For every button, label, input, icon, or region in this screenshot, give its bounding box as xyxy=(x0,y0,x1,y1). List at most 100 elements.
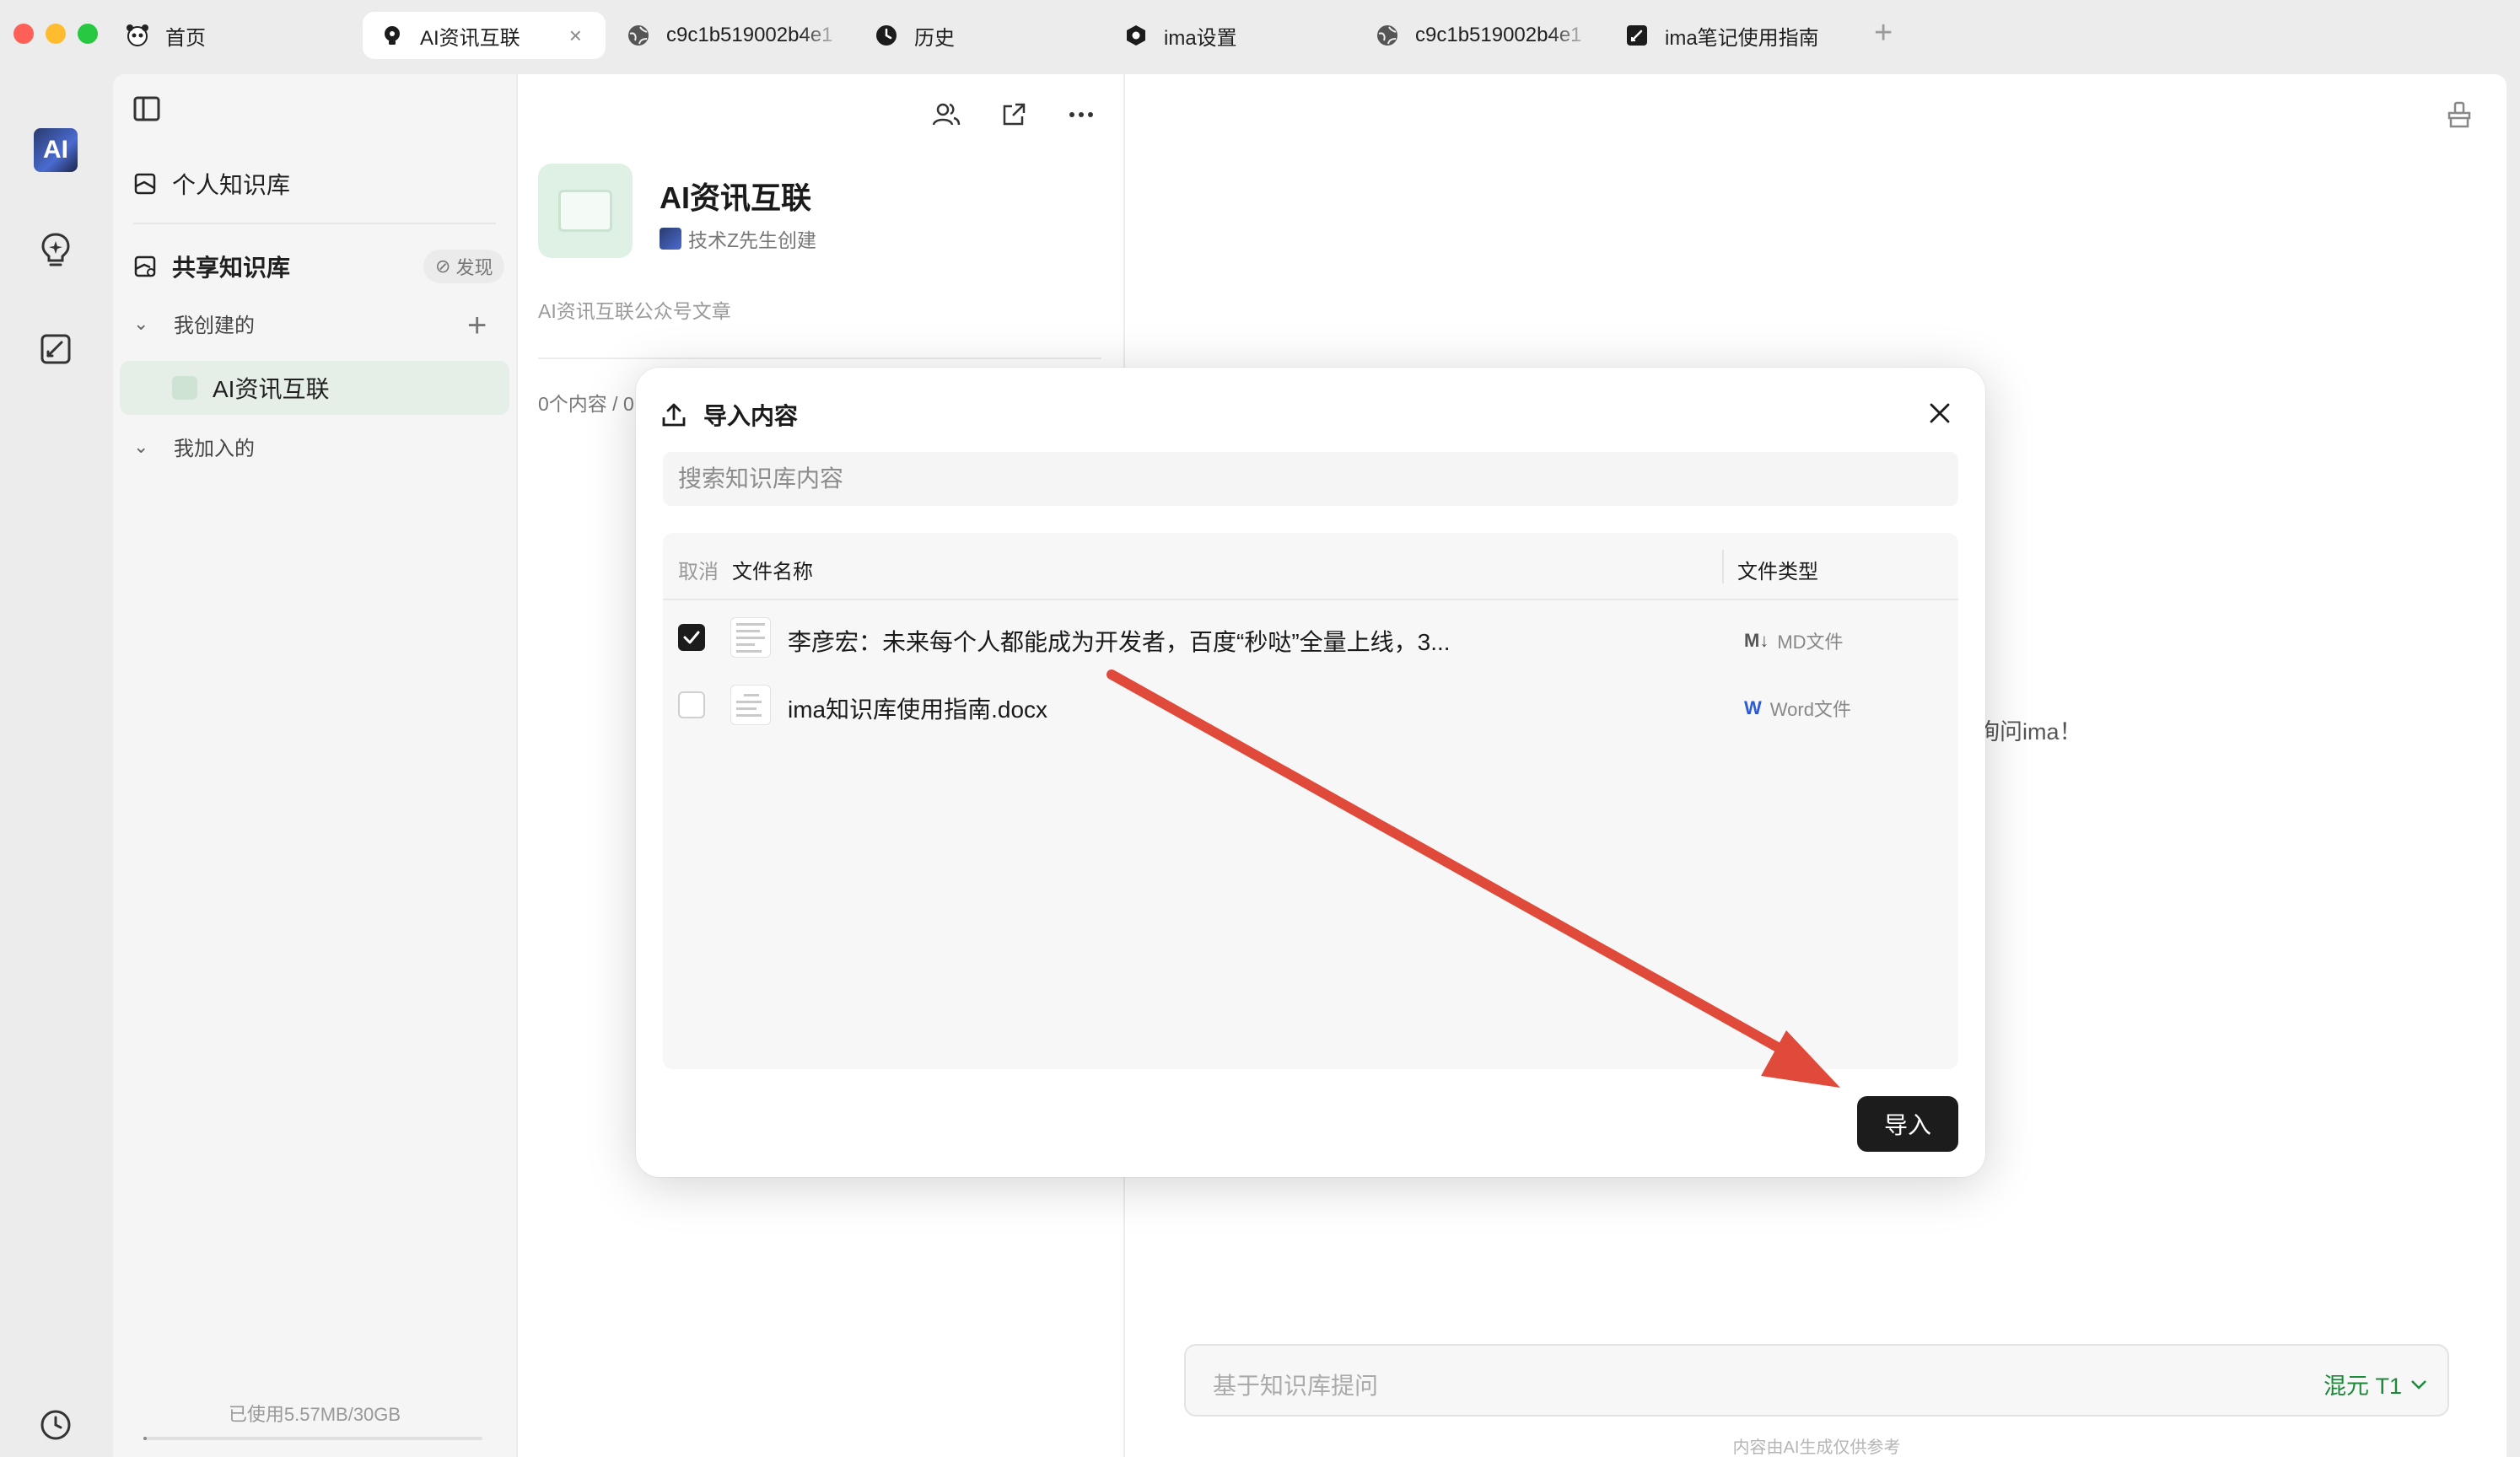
tab-label: ima笔记使用指南 xyxy=(1665,26,1819,50)
file-type: M↓ MD文件 xyxy=(1744,627,1844,654)
add-kb-button[interactable]: + xyxy=(467,307,487,345)
section-created[interactable]: ⌄ 我创建的 xyxy=(133,309,255,338)
kb-description: AI资讯互联公众号文章 xyxy=(538,300,731,322)
discover-button[interactable]: ⊘ 发现 xyxy=(423,250,505,283)
column-header-name: 文件名称 xyxy=(732,561,813,583)
note-icon xyxy=(1624,23,1650,48)
file-type-label: MD文件 xyxy=(1777,632,1844,653)
table-row[interactable]: ima知识库使用指南.docx W Word文件 xyxy=(663,671,1958,739)
word-icon: W xyxy=(1744,697,1762,718)
dialog-title: 导入内容 xyxy=(703,403,799,429)
tab-web-page[interactable]: c9c1b519002b4e1 xyxy=(626,12,843,59)
clock-icon[interactable] xyxy=(35,1405,76,1445)
tab-label: 首页 xyxy=(165,26,206,50)
more-icon[interactable] xyxy=(1063,96,1100,133)
sidebar-item-personal-kb[interactable]: 个人知识库 xyxy=(133,167,290,201)
tab-close-icon[interactable]: × xyxy=(569,23,582,49)
new-tab-button[interactable]: + xyxy=(1874,15,1893,51)
kb-title: AI资讯互联 xyxy=(660,180,812,215)
check-icon xyxy=(683,631,700,644)
bulb-icon xyxy=(380,23,405,48)
sidebar-toggle-icon[interactable] xyxy=(133,96,160,126)
chat-input-placeholder: 基于知识库提问 xyxy=(1213,1373,1379,1399)
section-joined[interactable]: ⌄ 我加入的 xyxy=(133,432,255,461)
share-icon[interactable] xyxy=(995,96,1032,133)
tab-label: c9c1b519002b4e1 xyxy=(1415,24,1582,46)
cancel-selection-button[interactable]: 取消 xyxy=(678,555,719,584)
kb-cover xyxy=(538,164,633,258)
tab-label: c9c1b519002b4e1 xyxy=(666,24,833,46)
kb-cover-icon xyxy=(172,376,197,400)
discover-label: 发现 xyxy=(455,257,493,278)
sidebar-item-shared-kb[interactable]: 共享知识库 xyxy=(133,250,290,283)
clear-chat-icon[interactable] xyxy=(2439,94,2480,135)
creator-label: 技术Z先生创建 xyxy=(688,229,817,251)
window-zoom-button[interactable] xyxy=(78,24,98,44)
model-selector[interactable]: 混元 T1 xyxy=(2323,1368,2427,1401)
title-bar: 首页 AI资讯互联 × c9c1b519002b4e1 历史 ima设置 c9c… xyxy=(0,0,2520,71)
tab-label: AI资讯互联 xyxy=(420,26,520,50)
table-row[interactable]: 李彦宏：未来每个人都能成为开发者，百度“秒哒”全量上线，3... M↓ MD文件 xyxy=(663,604,1958,671)
bulb-icon[interactable] xyxy=(35,229,76,270)
kb-content-count: 0个内容 / 0 xyxy=(538,393,634,415)
tab-ima-settings[interactable]: ima设置 xyxy=(1123,12,1237,59)
chat-welcome-text: 询问ima！ xyxy=(1977,719,2082,745)
storage-usage: 已使用5.57MB/30GB xyxy=(228,1404,401,1425)
table-header: 取消 文件名称 文件类型 xyxy=(663,533,1958,600)
compass-icon: ⊘ xyxy=(435,255,451,277)
shared-book-icon xyxy=(134,255,156,277)
tab-web-page-2[interactable]: c9c1b519002b4e1 xyxy=(1375,12,1592,59)
file-name: ima知识库使用指南.docx xyxy=(788,696,1048,723)
document-thumbnail xyxy=(730,617,771,658)
creator-avatar xyxy=(660,228,681,250)
divider xyxy=(538,358,1101,359)
window-close-button[interactable] xyxy=(13,24,34,44)
close-icon[interactable] xyxy=(1923,396,1957,430)
column-divider[interactable] xyxy=(1722,550,1724,583)
row-checkbox[interactable] xyxy=(678,691,705,718)
divider xyxy=(133,223,496,224)
tab-ai-news[interactable]: AI资讯互联 × xyxy=(363,12,606,59)
edit-note-icon[interactable] xyxy=(35,329,76,369)
tab-label: 历史 xyxy=(914,26,955,50)
file-type-label: Word文件 xyxy=(1769,699,1851,720)
model-label: 混元 T1 xyxy=(2323,1374,2402,1399)
chevron-down-icon: ⌄ xyxy=(133,435,149,457)
settings-icon xyxy=(1123,23,1149,48)
chevron-down-icon xyxy=(2411,1379,2426,1390)
app-rail: AI xyxy=(0,71,113,1457)
members-icon[interactable] xyxy=(928,96,965,133)
column-header-type: 文件类型 xyxy=(1737,561,1818,583)
sidebar-item-label: 个人知识库 xyxy=(172,172,291,198)
panda-icon xyxy=(125,23,150,48)
tab-history[interactable]: 历史 xyxy=(874,12,955,59)
chat-question-input[interactable]: 基于知识库提问 混元 T1 xyxy=(1184,1344,2449,1417)
clock-icon xyxy=(874,23,899,48)
tab-ima-notes-guide[interactable]: ima笔记使用指南 xyxy=(1624,12,1819,59)
search-input[interactable] xyxy=(663,452,1958,506)
document-thumbnail xyxy=(730,685,771,725)
globe-icon xyxy=(626,23,651,48)
book-icon xyxy=(134,173,156,195)
window-minimize-button[interactable] xyxy=(46,24,66,44)
tab-home[interactable]: 首页 xyxy=(125,12,206,59)
sidebar-item-label: AI资讯互联 xyxy=(213,376,330,402)
import-button[interactable]: 导入 xyxy=(1857,1096,1958,1152)
file-type: W Word文件 xyxy=(1744,695,1851,722)
globe-icon xyxy=(1375,23,1400,48)
markdown-icon: M↓ xyxy=(1744,630,1769,651)
knowledge-sidebar: 个人知识库 共享知识库 ⊘ 发现 ⌄ 我创建的 + AI资讯互联 ⌄ 我加入的 … xyxy=(113,74,516,1457)
sidebar-item-ai-news[interactable]: AI资讯互联 xyxy=(120,361,509,415)
section-label: 我加入的 xyxy=(174,438,255,460)
dialog-header: 导入内容 xyxy=(661,398,798,432)
storage-bar-fill xyxy=(143,1437,147,1440)
section-label: 我创建的 xyxy=(174,315,255,337)
upload-icon xyxy=(662,403,686,427)
storage-bar xyxy=(143,1437,482,1440)
tab-label: ima设置 xyxy=(1164,26,1237,50)
avatar[interactable]: AI xyxy=(34,128,78,172)
file-table: 取消 文件名称 文件类型 李彦宏：未来每个人都能成为开发者，百度“秒哒”全量上线… xyxy=(663,533,1958,1069)
sidebar-item-label: 共享知识库 xyxy=(172,255,291,281)
import-content-dialog: 导入内容 取消 文件名称 文件类型 李彦宏：未来每个人都能成为开发者，百度“秒哒… xyxy=(636,368,1985,1177)
row-checkbox[interactable] xyxy=(678,624,705,651)
